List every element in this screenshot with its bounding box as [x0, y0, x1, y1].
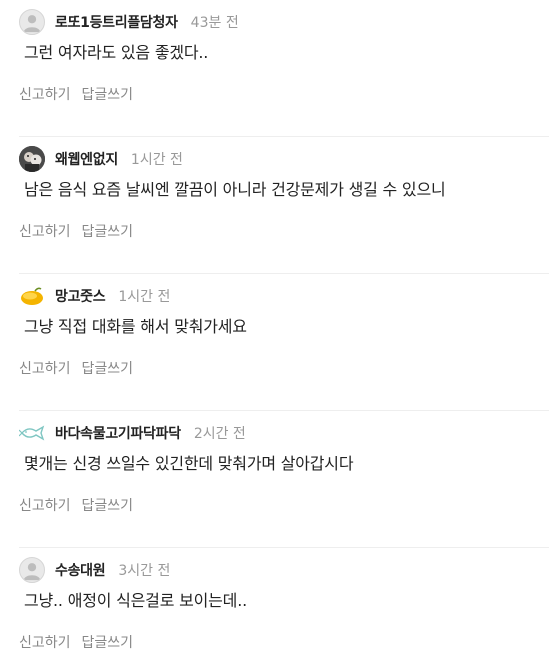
comment-header: 수송대원 3시간 전	[19, 557, 170, 583]
mango-icon[interactable]	[19, 283, 45, 309]
comment-header: 바다속물고기파닥파닥 2시간 전	[19, 420, 246, 446]
comment-text: 그냥 직접 대화를 해서 맞춰가세요	[24, 317, 247, 336]
comment-time: 3시간 전	[118, 563, 171, 579]
comment-list: 로또1등트리플담청자 43분 전 그런 여자라도 있음 좋겠다.. 신고하기 답…	[0, 0, 549, 667]
report-button[interactable]: 신고하기	[19, 358, 71, 378]
comment-item: 바다속물고기파닥파닥 2시간 전 몇개는 신경 쓰일수 있긴한데 맞춰가며 살아…	[19, 411, 549, 548]
comment-item: 망고줏스 1시간 전 그냥 직접 대화를 해서 맞춰가세요 신고하기 답글쓰기	[19, 274, 549, 411]
comment-time: 2시간 전	[193, 426, 246, 442]
comment-text: 그런 여자라도 있음 좋겠다..	[24, 43, 209, 62]
comment-item: 수송대원 3시간 전 그냥.. 애정이 식은걸로 보이는데.. 신고하기 답글쓰…	[19, 548, 549, 667]
comment-item: 로또1등트리플담청자 43분 전 그런 여자라도 있음 좋겠다.. 신고하기 답…	[19, 0, 549, 137]
reply-button[interactable]: 답글쓰기	[82, 495, 134, 515]
comment-time: 43분 전	[190, 15, 239, 31]
comment-text: 몇개는 신경 쓰일수 있긴한데 맞춰가며 살아갑시다	[24, 454, 354, 473]
reply-button[interactable]: 답글쓰기	[82, 358, 134, 378]
default-profile-icon[interactable]	[19, 9, 45, 35]
comment-actions: 신고하기 답글쓰기	[19, 358, 133, 378]
comment-time: 1시간 전	[130, 152, 183, 168]
comment-header: 로또1등트리플담청자 43분 전	[19, 9, 239, 35]
comment-actions: 신고하기 답글쓰기	[19, 221, 133, 241]
default-profile-icon[interactable]	[19, 557, 45, 583]
comment-actions: 신고하기 답글쓰기	[19, 495, 133, 515]
fish-icon[interactable]	[19, 420, 45, 446]
comment-header: 망고줏스 1시간 전	[19, 283, 170, 309]
comment-author[interactable]: 바다속물고기파닥파닥	[55, 423, 181, 443]
report-button[interactable]: 신고하기	[19, 221, 71, 241]
comment-text: 그냥.. 애정이 식은걸로 보이는데..	[24, 591, 247, 610]
comment-text: 남은 음식 요즘 날씨엔 깔끔이 아니라 건강문제가 생길 수 있으니	[24, 180, 446, 199]
reply-button[interactable]: 답글쓰기	[82, 632, 134, 652]
comment-author[interactable]: 왜웹엔없지	[55, 149, 118, 169]
comment-time: 1시간 전	[118, 289, 171, 305]
report-button[interactable]: 신고하기	[19, 495, 71, 515]
report-button[interactable]: 신고하기	[19, 632, 71, 652]
reply-button[interactable]: 답글쓰기	[82, 84, 134, 104]
comment-actions: 신고하기 답글쓰기	[19, 632, 133, 652]
comment-author[interactable]: 수송대원	[55, 560, 106, 580]
comment-author[interactable]: 로또1등트리플담청자	[55, 12, 178, 32]
comment-item: 왜웹엔없지 1시간 전 남은 음식 요즘 날씨엔 깔끔이 아니라 건강문제가 생…	[19, 137, 549, 274]
comment-header: 왜웹엔없지 1시간 전	[19, 146, 183, 172]
reply-button[interactable]: 답글쓰기	[82, 221, 134, 241]
report-button[interactable]: 신고하기	[19, 84, 71, 104]
comment-author[interactable]: 망고줏스	[55, 286, 106, 306]
user-photo-icon[interactable]	[19, 146, 45, 172]
comment-actions: 신고하기 답글쓰기	[19, 84, 133, 104]
